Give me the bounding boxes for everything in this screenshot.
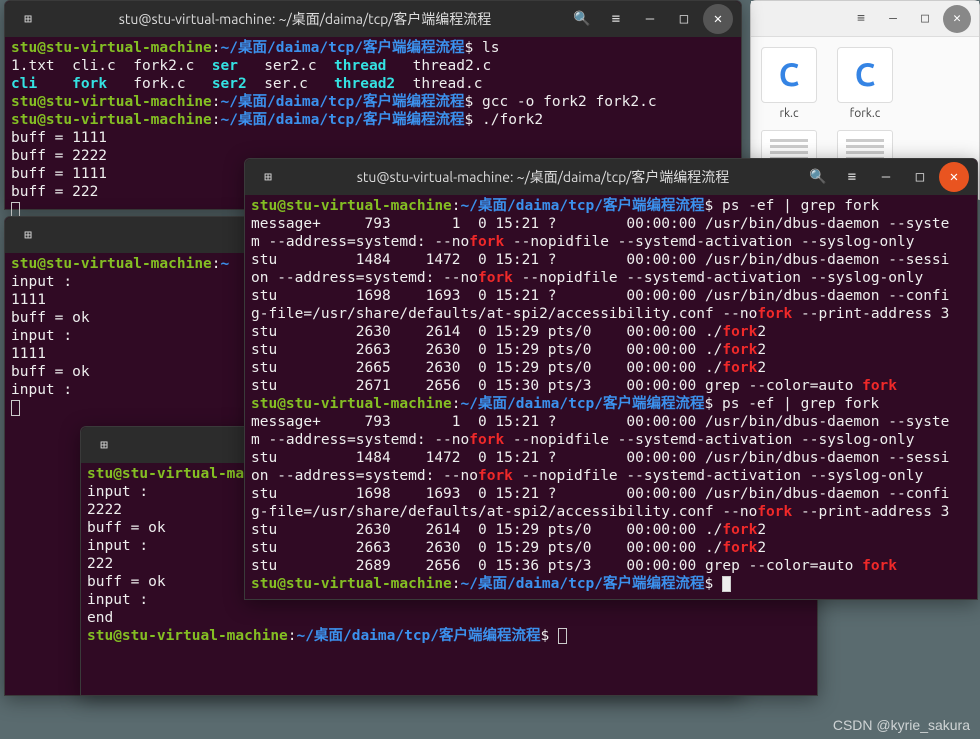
command: ps -ef | grep fork — [722, 396, 879, 412]
maximize-button[interactable]: □ — [911, 5, 939, 33]
output: input : — [11, 328, 72, 344]
file-item[interactable]: C fork.c — [837, 47, 893, 120]
output: buff = ok — [11, 310, 90, 326]
minimize-button[interactable]: – — [635, 4, 665, 34]
new-tab-icon[interactable]: ⊞ — [13, 220, 43, 250]
output: input : — [11, 382, 72, 398]
maximize-button[interactable]: □ — [669, 4, 699, 34]
prompt-user: stu@stu-virtual-machine — [11, 40, 212, 56]
file-manager-titlebar: ≡ – □ ✕ — [751, 1, 979, 37]
new-tab-icon[interactable]: ⊞ — [13, 4, 43, 34]
command: ./fork2 — [482, 112, 543, 128]
output: message+ 793 1 0 15:21 ? 00:00:00 /usr/b… — [251, 216, 949, 232]
output: buff = ok — [11, 364, 90, 380]
prompt-user: stu@stu-virtual-machine — [11, 256, 212, 272]
output: end — [87, 610, 113, 626]
output: buff = 1111 — [11, 130, 107, 146]
c-file-icon: C — [761, 47, 817, 103]
titlebar: ⊞ stu@stu-virtual-machine: ~/桌面/daima/tc… — [245, 159, 977, 195]
titlebar: ⊞ stu@stu-virtual-machine: ~/桌面/daima/tc… — [5, 1, 741, 37]
prompt-user: stu@stu-virtual-machine — [251, 198, 452, 214]
output: 1111 — [11, 346, 46, 362]
output: buff = 222 — [11, 184, 98, 200]
watermark: CSDN @kyrie_sakura — [833, 717, 970, 733]
output: input : — [87, 484, 148, 500]
minimize-button[interactable]: – — [871, 162, 901, 192]
output: input : — [87, 538, 148, 554]
prompt-path: ~/桌面/daima/tcp/客户端编程流程 — [221, 40, 465, 56]
new-tab-icon[interactable]: ⊞ — [89, 430, 119, 460]
output: 1.txt cli.c fork2.c — [11, 58, 212, 74]
maximize-button[interactable]: □ — [905, 162, 935, 192]
output: 1111 — [11, 292, 46, 308]
command: ps -ef | grep fork — [722, 198, 879, 214]
output: input : — [11, 274, 72, 290]
file-item[interactable]: C rk.c — [761, 47, 817, 120]
output: 2222 — [87, 502, 122, 518]
output: buff = ok — [87, 574, 166, 590]
hamburger-icon[interactable]: ≡ — [837, 162, 867, 192]
prompt-path: ~/桌面/daima/tcp/客户端编程流程 — [461, 198, 705, 214]
output: buff = 2222 — [11, 148, 107, 164]
window-title: stu@stu-virtual-machine: ~/桌面/daima/tcp/… — [287, 167, 799, 187]
hamburger-icon[interactable]: ≡ — [601, 4, 631, 34]
file-label: fork.c — [850, 107, 881, 120]
new-tab-icon[interactable]: ⊞ — [253, 162, 283, 192]
output: 222 — [87, 556, 113, 572]
terminal-content[interactable]: stu@stu-virtual-machine:~/桌面/daima/tcp/客… — [245, 195, 977, 595]
output: input : — [87, 592, 148, 608]
cursor-icon — [558, 628, 567, 644]
file-grid: C rk.c C fork.c — [751, 37, 979, 130]
c-file-icon: C — [837, 47, 893, 103]
terminal-window-4-active[interactable]: ⊞ stu@stu-virtual-machine: ~/桌面/daima/tc… — [244, 158, 978, 600]
search-icon[interactable]: 🔍 — [803, 162, 833, 192]
close-button[interactable]: ✕ — [943, 5, 971, 33]
cursor-icon — [722, 576, 731, 592]
window-title: stu@stu-virtual-machine: ~/桌面/daima/tcp/… — [47, 9, 563, 29]
cursor-icon — [11, 400, 20, 416]
close-button[interactable]: ✕ — [703, 4, 733, 34]
file-label: rk.c — [779, 107, 798, 120]
search-icon[interactable]: 🔍 — [567, 4, 597, 34]
command: ls — [482, 40, 499, 56]
command: gcc -o fork2 fork2.c — [482, 94, 657, 110]
output: buff = ok — [87, 520, 166, 536]
output: buff = 1111 — [11, 166, 107, 182]
hamburger-icon[interactable]: ≡ — [847, 5, 875, 33]
minimize-button[interactable]: – — [879, 5, 907, 33]
close-button[interactable]: ✕ — [939, 162, 969, 192]
